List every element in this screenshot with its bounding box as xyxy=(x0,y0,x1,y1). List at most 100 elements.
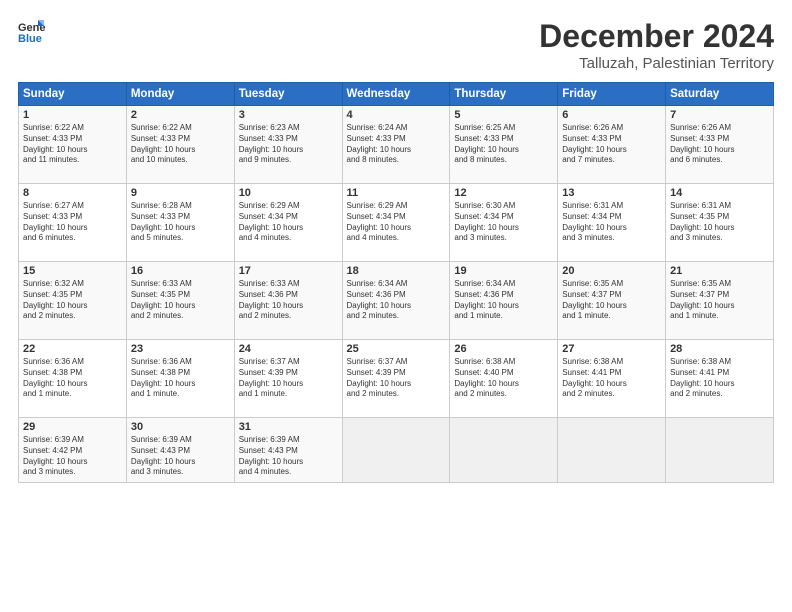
col-header-wednesday: Wednesday xyxy=(342,83,450,106)
calendar-cell xyxy=(342,418,450,483)
calendar-cell: 2Sunrise: 6:22 AM Sunset: 4:33 PM Daylig… xyxy=(126,106,234,184)
title-block: December 2024 Talluzah, Palestinian Terr… xyxy=(539,18,774,72)
day-number: 1 xyxy=(23,109,122,121)
calendar-cell: 23 Sunrise: 6:36 AM Sunset: 4:38 PM Dayli… xyxy=(126,340,234,418)
cell-info: Sunrise: 6:36 AM Sunset: 4:38 PM Dayligh… xyxy=(23,357,122,400)
week-row-1: 1 Sunrise: 6:22 AM Sunset: 4:33 PM Daylig… xyxy=(19,106,774,184)
cell-info: Sunrise: 6:39 AM Sunset: 4:42 PM Dayligh… xyxy=(23,435,122,478)
cell-info: Sunrise: 6:27 AM Sunset: 4:33 PM Dayligh… xyxy=(23,201,122,244)
calendar-cell: 5Sunrise: 6:25 AM Sunset: 4:33 PM Daylig… xyxy=(450,106,558,184)
day-number: 31 xyxy=(239,421,338,433)
calendar-cell: 6Sunrise: 6:26 AM Sunset: 4:33 PM Daylig… xyxy=(558,106,666,184)
calendar-cell: 7Sunrise: 6:26 AM Sunset: 4:33 PM Daylig… xyxy=(666,106,774,184)
calendar-cell: 17 Sunrise: 6:33 AM Sunset: 4:36 PM Dayli… xyxy=(234,262,342,340)
day-number: 24 xyxy=(239,343,338,355)
day-number: 21 xyxy=(670,265,769,277)
week-row-4: 22 Sunrise: 6:36 AM Sunset: 4:38 PM Dayli… xyxy=(19,340,774,418)
calendar-cell: 9 Sunrise: 6:28 AM Sunset: 4:33 PM Daylig… xyxy=(126,184,234,262)
calendar-cell: 3Sunrise: 6:23 AM Sunset: 4:33 PM Daylig… xyxy=(234,106,342,184)
cell-info: Sunrise: 6:31 AM Sunset: 4:34 PM Dayligh… xyxy=(562,201,661,244)
calendar-cell: 13 Sunrise: 6:31 AM Sunset: 4:34 PM Dayli… xyxy=(558,184,666,262)
day-number: 15 xyxy=(23,265,122,277)
cell-info: Sunrise: 6:31 AM Sunset: 4:35 PM Dayligh… xyxy=(670,201,769,244)
day-number: 13 xyxy=(562,187,661,199)
calendar-cell: 1 Sunrise: 6:22 AM Sunset: 4:33 PM Daylig… xyxy=(19,106,127,184)
cell-info: Sunrise: 6:37 AM Sunset: 4:39 PM Dayligh… xyxy=(239,357,338,400)
day-number: 4 xyxy=(347,109,446,121)
calendar-cell: 31 Sunrise: 6:39 AM Sunset: 4:43 PM Dayli… xyxy=(234,418,342,483)
day-number: 5 xyxy=(454,109,553,121)
cell-info: Sunrise: 6:35 AM Sunset: 4:37 PM Dayligh… xyxy=(670,279,769,322)
col-header-saturday: Saturday xyxy=(666,83,774,106)
month-title: December 2024 xyxy=(539,18,774,55)
calendar-cell: 22 Sunrise: 6:36 AM Sunset: 4:38 PM Dayli… xyxy=(19,340,127,418)
cell-info: Sunrise: 6:26 AM Sunset: 4:33 PM Dayligh… xyxy=(670,123,769,166)
calendar-cell: 15 Sunrise: 6:32 AM Sunset: 4:35 PM Dayli… xyxy=(19,262,127,340)
day-number: 14 xyxy=(670,187,769,199)
calendar-cell: 20 Sunrise: 6:35 AM Sunset: 4:37 PM Dayli… xyxy=(558,262,666,340)
day-number: 16 xyxy=(131,265,230,277)
cell-info: Sunrise: 6:38 AM Sunset: 4:41 PM Dayligh… xyxy=(670,357,769,400)
cell-info: Sunrise: 6:36 AM Sunset: 4:38 PM Dayligh… xyxy=(131,357,230,400)
day-number: 26 xyxy=(454,343,553,355)
day-number: 22 xyxy=(23,343,122,355)
calendar-cell: 4 Sunrise: 6:24 AM Sunset: 4:33 PM Daylig… xyxy=(342,106,450,184)
cell-info: Sunrise: 6:30 AM Sunset: 4:34 PM Dayligh… xyxy=(454,201,553,244)
week-row-2: 8 Sunrise: 6:27 AM Sunset: 4:33 PM Daylig… xyxy=(19,184,774,262)
day-number: 12 xyxy=(454,187,553,199)
col-header-friday: Friday xyxy=(558,83,666,106)
cell-info: Sunrise: 6:34 AM Sunset: 4:36 PM Dayligh… xyxy=(454,279,553,322)
col-header-tuesday: Tuesday xyxy=(234,83,342,106)
calendar-cell: 19 Sunrise: 6:34 AM Sunset: 4:36 PM Dayli… xyxy=(450,262,558,340)
cell-info: Sunrise: 6:32 AM Sunset: 4:35 PM Dayligh… xyxy=(23,279,122,322)
cell-info: Sunrise: 6:24 AM Sunset: 4:33 PM Dayligh… xyxy=(347,123,446,166)
day-number: 25 xyxy=(347,343,446,355)
calendar-cell: 25 Sunrise: 6:37 AM Sunset: 4:39 PM Dayli… xyxy=(342,340,450,418)
calendar-cell: 16 Sunrise: 6:33 AM Sunset: 4:35 PM Dayli… xyxy=(126,262,234,340)
calendar-cell: 21 Sunrise: 6:35 AM Sunset: 4:37 PM Dayli… xyxy=(666,262,774,340)
day-number: 23 xyxy=(131,343,230,355)
cell-info: Sunrise: 6:22 AM Sunset: 4:33 PM Dayligh… xyxy=(23,123,122,166)
day-number: 8 xyxy=(23,187,122,199)
calendar-table: SundayMondayTuesdayWednesdayThursdayFrid… xyxy=(18,82,774,483)
location-title: Talluzah, Palestinian Territory xyxy=(539,55,774,72)
calendar-cell: 30 Sunrise: 6:39 AM Sunset: 4:43 PM Dayli… xyxy=(126,418,234,483)
logo-icon: General Blue xyxy=(18,18,46,46)
day-number: 20 xyxy=(562,265,661,277)
day-number: 28 xyxy=(670,343,769,355)
col-header-monday: Monday xyxy=(126,83,234,106)
day-number: 11 xyxy=(347,187,446,199)
calendar-cell: 29 Sunrise: 6:39 AM Sunset: 4:42 PM Dayli… xyxy=(19,418,127,483)
cell-info: Sunrise: 6:33 AM Sunset: 4:36 PM Dayligh… xyxy=(239,279,338,322)
cell-info: Sunrise: 6:38 AM Sunset: 4:41 PM Dayligh… xyxy=(562,357,661,400)
cell-info: Sunrise: 6:38 AM Sunset: 4:40 PM Dayligh… xyxy=(454,357,553,400)
logo: General Blue xyxy=(18,18,50,46)
cell-info: Sunrise: 6:26 AM Sunset: 4:33 PM Dayligh… xyxy=(562,123,661,166)
cell-info: Sunrise: 6:33 AM Sunset: 4:35 PM Dayligh… xyxy=(131,279,230,322)
cell-info: Sunrise: 6:34 AM Sunset: 4:36 PM Dayligh… xyxy=(347,279,446,322)
day-number: 18 xyxy=(347,265,446,277)
day-number: 2 xyxy=(131,109,230,121)
cell-info: Sunrise: 6:37 AM Sunset: 4:39 PM Dayligh… xyxy=(347,357,446,400)
calendar-cell: 27Sunrise: 6:38 AM Sunset: 4:41 PM Dayli… xyxy=(558,340,666,418)
cell-info: Sunrise: 6:35 AM Sunset: 4:37 PM Dayligh… xyxy=(562,279,661,322)
day-number: 29 xyxy=(23,421,122,433)
calendar-cell xyxy=(558,418,666,483)
calendar-cell: 10Sunrise: 6:29 AM Sunset: 4:34 PM Dayli… xyxy=(234,184,342,262)
page-header: General Blue December 2024 Talluzah, Pal… xyxy=(18,18,774,72)
cell-info: Sunrise: 6:28 AM Sunset: 4:33 PM Dayligh… xyxy=(131,201,230,244)
day-number: 19 xyxy=(454,265,553,277)
col-header-thursday: Thursday xyxy=(450,83,558,106)
calendar-cell: 14 Sunrise: 6:31 AM Sunset: 4:35 PM Dayli… xyxy=(666,184,774,262)
week-row-3: 15 Sunrise: 6:32 AM Sunset: 4:35 PM Dayli… xyxy=(19,262,774,340)
day-number: 30 xyxy=(131,421,230,433)
week-row-5: 29 Sunrise: 6:39 AM Sunset: 4:42 PM Dayli… xyxy=(19,418,774,483)
cell-info: Sunrise: 6:39 AM Sunset: 4:43 PM Dayligh… xyxy=(239,435,338,478)
col-header-sunday: Sunday xyxy=(19,83,127,106)
day-number: 9 xyxy=(131,187,230,199)
day-number: 10 xyxy=(239,187,338,199)
calendar-cell: 26 Sunrise: 6:38 AM Sunset: 4:40 PM Dayli… xyxy=(450,340,558,418)
calendar-cell xyxy=(450,418,558,483)
day-number: 17 xyxy=(239,265,338,277)
cell-info: Sunrise: 6:39 AM Sunset: 4:43 PM Dayligh… xyxy=(131,435,230,478)
